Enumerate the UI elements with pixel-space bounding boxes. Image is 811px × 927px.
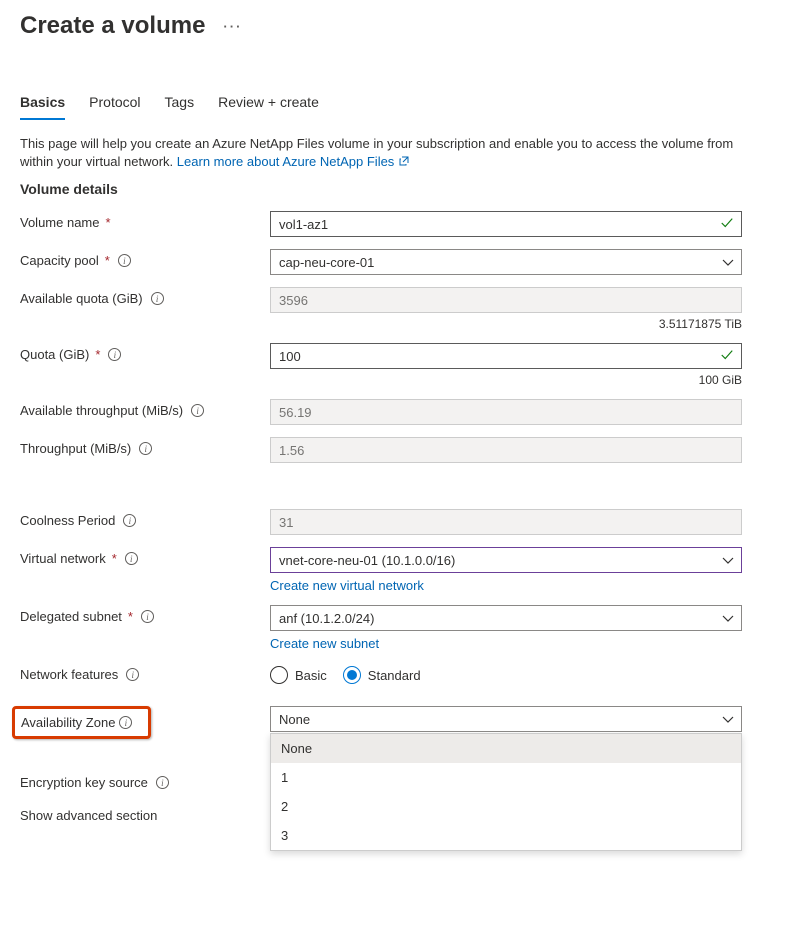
volume-name-input[interactable] [270, 211, 742, 237]
virtual-network-select[interactable]: vnet-core-neu-01 (10.1.0.0/16) [270, 547, 742, 573]
chevron-down-icon [722, 258, 734, 268]
throughput-input [270, 437, 742, 463]
tab-review-create[interactable]: Review + create [218, 88, 319, 120]
network-features-radio-group: Basic Standard [270, 663, 742, 684]
radio-standard-label: Standard [368, 668, 421, 683]
label-available-quota: Available quota (GiB) i [20, 287, 270, 306]
availability-zone-dropdown: None 1 2 3 [270, 733, 742, 851]
external-link-icon [398, 155, 410, 167]
info-icon[interactable]: i [118, 254, 131, 267]
tab-basics[interactable]: Basics [20, 88, 65, 120]
availability-zone-select[interactable]: None [270, 706, 742, 732]
label-network-features: Network features i [20, 663, 270, 682]
check-icon [720, 216, 734, 230]
coolness-period-input [270, 509, 742, 535]
label-volume-name: Volume name* [20, 211, 270, 230]
info-icon[interactable]: i [125, 552, 138, 565]
capacity-pool-select[interactable]: cap-neu-core-01 [270, 249, 742, 275]
highlight-availability-zone: Availability Zone i [12, 706, 151, 739]
label-capacity-pool: Capacity pool* i [20, 249, 270, 268]
az-option-2[interactable]: 2 [271, 792, 741, 821]
virtual-network-value: vnet-core-neu-01 (10.1.0.0/16) [279, 553, 455, 568]
chevron-down-icon [722, 556, 734, 566]
create-vnet-link[interactable]: Create new virtual network [270, 578, 424, 593]
info-icon[interactable]: i [156, 776, 169, 789]
learn-more-link[interactable]: Learn more about Azure NetApp Files [177, 154, 410, 169]
chevron-down-icon [722, 715, 734, 725]
radio-icon-selected [343, 666, 361, 684]
available-throughput-input [270, 399, 742, 425]
availability-zone-value: None [279, 712, 310, 727]
delegated-subnet-value: anf (10.1.2.0/24) [279, 611, 374, 626]
delegated-subnet-select[interactable]: anf (10.1.2.0/24) [270, 605, 742, 631]
intro-text: This page will help you create an Azure … [20, 135, 760, 171]
radio-basic[interactable]: Basic [270, 666, 327, 684]
info-icon[interactable]: i [123, 514, 136, 527]
info-icon[interactable]: i [141, 610, 154, 623]
learn-more-label: Learn more about Azure NetApp Files [177, 154, 395, 169]
tab-protocol[interactable]: Protocol [89, 88, 140, 120]
create-subnet-link[interactable]: Create new subnet [270, 636, 379, 651]
section-volume-details: Volume details [20, 181, 791, 197]
radio-basic-label: Basic [295, 668, 327, 683]
available-quota-helper: 3.51171875 TiB [270, 317, 742, 331]
az-option-none[interactable]: None [271, 734, 741, 763]
show-advanced-section[interactable]: Show advanced section [20, 804, 270, 823]
page-title: Create a volume [20, 12, 205, 40]
tab-tags[interactable]: Tags [165, 88, 195, 120]
quota-helper: 100 GiB [270, 373, 742, 387]
label-availability-zone: Availability Zone [21, 715, 115, 730]
az-option-3[interactable]: 3 [271, 821, 741, 850]
more-menu-icon[interactable]: ··· [223, 19, 242, 34]
info-icon[interactable]: i [191, 404, 204, 417]
capacity-pool-value: cap-neu-core-01 [279, 255, 374, 270]
info-icon[interactable]: i [108, 348, 121, 361]
label-throughput: Throughput (MiB/s) i [20, 437, 270, 456]
available-quota-input [270, 287, 742, 313]
label-delegated-subnet: Delegated subnet* i [20, 605, 270, 624]
info-icon[interactable]: i [139, 442, 152, 455]
info-icon[interactable]: i [119, 716, 132, 729]
az-option-1[interactable]: 1 [271, 763, 741, 792]
info-icon[interactable]: i [126, 668, 139, 681]
info-icon[interactable]: i [151, 292, 164, 305]
label-available-throughput: Available throughput (MiB/s) i [20, 399, 270, 418]
tab-bar: Basics Protocol Tags Review + create [20, 88, 791, 121]
label-virtual-network: Virtual network* i [20, 547, 270, 566]
quota-input[interactable] [270, 343, 742, 369]
radio-standard[interactable]: Standard [343, 666, 421, 684]
label-coolness-period: Coolness Period i [20, 509, 270, 528]
check-icon [720, 348, 734, 362]
label-encryption-key-source: Encryption key source i [20, 771, 270, 790]
chevron-down-icon [722, 614, 734, 624]
label-quota: Quota (GiB)* i [20, 343, 270, 362]
radio-icon [270, 666, 288, 684]
